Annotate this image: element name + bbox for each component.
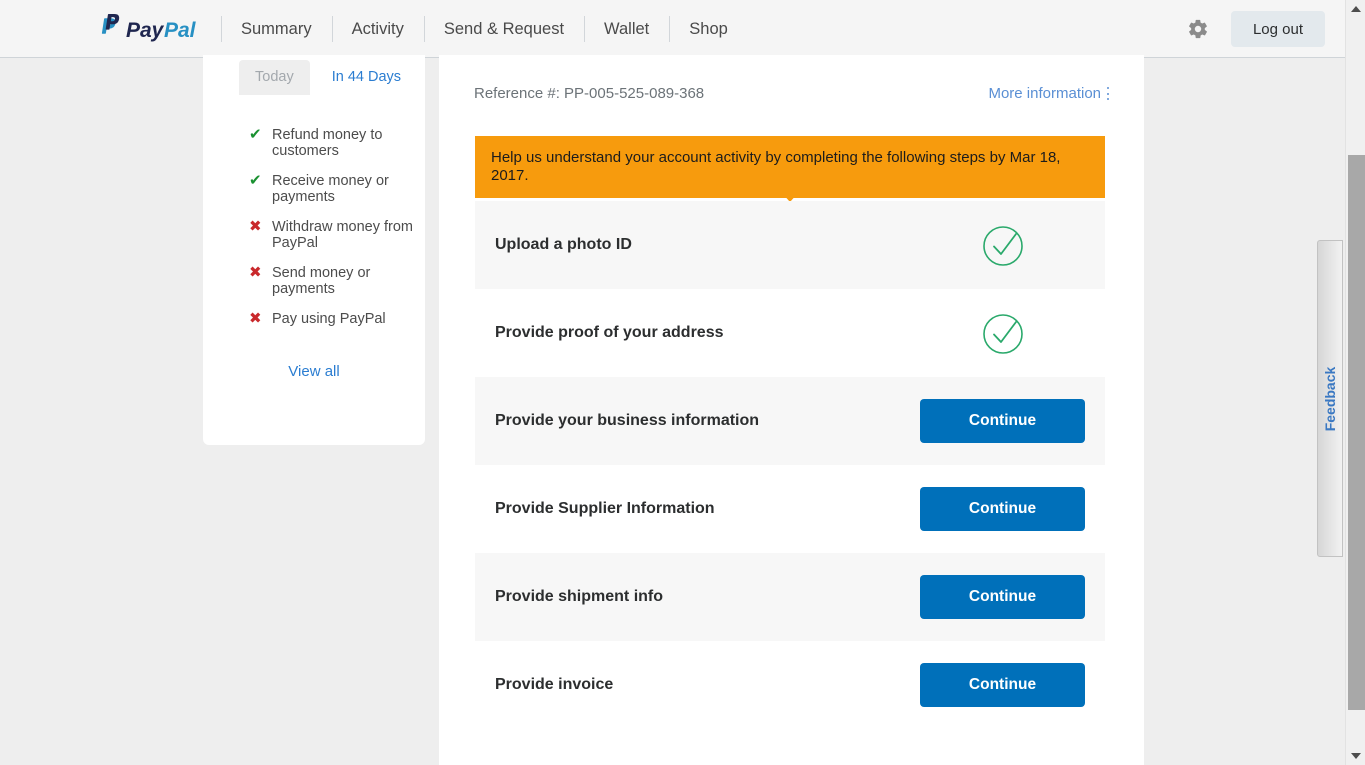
continue-button[interactable]: Continue <box>920 663 1085 707</box>
feedback-label: Feedback <box>1322 366 1338 431</box>
deadline-banner: Help us understand your account activity… <box>475 136 1105 198</box>
nav-item-summary[interactable]: Summary <box>221 0 332 58</box>
cross-mark-icon: ✖ <box>249 310 262 327</box>
permission-label: Receive money or payments <box>272 173 389 205</box>
step-label: Upload a photo ID <box>495 236 632 253</box>
primary-nav: Summary Activity Send & Request Wallet S… <box>221 0 748 58</box>
view-all-link[interactable]: View all <box>203 363 425 380</box>
continue-button[interactable]: Continue <box>920 575 1085 619</box>
page-scrollbar[interactable] <box>1345 0 1365 765</box>
account-limitations-sidebar: Today In 44 Days ✔ Refund money to custo… <box>203 55 425 445</box>
step-status <box>920 223 1085 267</box>
list-item: ✖ Send money or payments <box>249 264 419 298</box>
step-label: Provide shipment info <box>495 588 664 605</box>
nav-item-wallet[interactable]: Wallet <box>584 0 669 58</box>
sidebar-tabs: Today In 44 Days <box>239 60 418 95</box>
continue-button[interactable]: Continue <box>920 487 1085 531</box>
check-mark-icon: ✔ <box>249 126 262 143</box>
table-row: Provide shipment info Continue <box>475 553 1105 641</box>
scroll-up-arrow-icon[interactable] <box>1346 0 1365 18</box>
step-label: Provide Supplier Information <box>495 500 715 517</box>
site-header: Pay Pal Summary Activity Send & Request … <box>0 0 1345 58</box>
table-row: Upload a photo ID <box>475 201 1105 289</box>
list-item: ✔ Refund money to customers <box>249 126 419 160</box>
main-content-panel: Reference #: PP-005-525-089-368 More inf… <box>439 55 1144 765</box>
more-information-label: More information <box>988 85 1101 102</box>
check-circle-icon <box>982 226 1023 266</box>
more-information-link[interactable]: More information <box>988 85 1109 102</box>
header-actions: Log out <box>1187 0 1325 58</box>
table-row: Provide invoice Continue <box>475 641 1105 729</box>
permission-list: ✔ Refund money to customers ✔ Receive mo… <box>249 127 419 341</box>
step-label: Provide your business information <box>495 412 760 429</box>
step-status: Continue <box>920 663 1085 707</box>
permission-label: Pay using PayPal <box>272 311 386 327</box>
step-status: Continue <box>920 575 1085 619</box>
nav-item-activity[interactable]: Activity <box>331 0 424 58</box>
list-item: ✔ Receive money or payments <box>249 172 419 206</box>
step-status <box>920 311 1085 355</box>
paypal-logo-icon: Pay Pal <box>101 13 197 42</box>
table-row: Provide Supplier Information Continue <box>475 465 1105 553</box>
tab-today[interactable]: Today <box>239 60 310 95</box>
reference-number: Reference #: PP-005-525-089-368 <box>474 85 705 102</box>
verification-steps-list: Upload a photo ID Provide proof of your … <box>475 201 1105 729</box>
tab-in-44-days[interactable]: In 44 Days <box>315 60 418 95</box>
step-status: Continue <box>920 487 1085 531</box>
continue-button[interactable]: Continue <box>920 399 1085 443</box>
nav-item-shop[interactable]: Shop <box>669 0 748 58</box>
step-label: Provide proof of your address <box>495 324 724 341</box>
feedback-tab[interactable]: Feedback <box>1317 240 1343 557</box>
table-row: Provide proof of your address <box>475 289 1105 377</box>
kebab-menu-icon <box>1107 87 1109 100</box>
check-circle-icon <box>982 314 1023 354</box>
reference-row: Reference #: PP-005-525-089-368 More inf… <box>474 85 1109 102</box>
logout-button[interactable]: Log out <box>1230 11 1325 47</box>
step-status: Continue <box>920 399 1085 443</box>
cross-mark-icon: ✖ <box>249 264 262 281</box>
table-row: Provide your business information Contin… <box>475 377 1105 465</box>
paypal-wordmark-pal: Pal <box>164 19 197 42</box>
scrollbar-thumb[interactable] <box>1348 155 1365 710</box>
list-item: ✖ Withdraw money from PayPal <box>249 218 419 252</box>
step-label: Provide invoice <box>495 676 614 693</box>
scroll-down-arrow-icon[interactable] <box>1346 747 1365 765</box>
permission-label: Withdraw money from PayPal <box>272 219 414 251</box>
gear-icon[interactable] <box>1187 18 1209 40</box>
paypal-logo[interactable]: Pay Pal <box>100 0 203 58</box>
paypal-wordmark-pay: Pay <box>126 19 165 42</box>
permission-label: Refund money to customers <box>272 127 383 159</box>
check-mark-icon: ✔ <box>249 172 262 189</box>
list-item: ✖ Pay using PayPal <box>249 310 419 328</box>
permission-label: Send money or payments <box>272 265 371 297</box>
nav-item-send-request[interactable]: Send & Request <box>423 0 584 58</box>
cross-mark-icon: ✖ <box>249 218 262 235</box>
